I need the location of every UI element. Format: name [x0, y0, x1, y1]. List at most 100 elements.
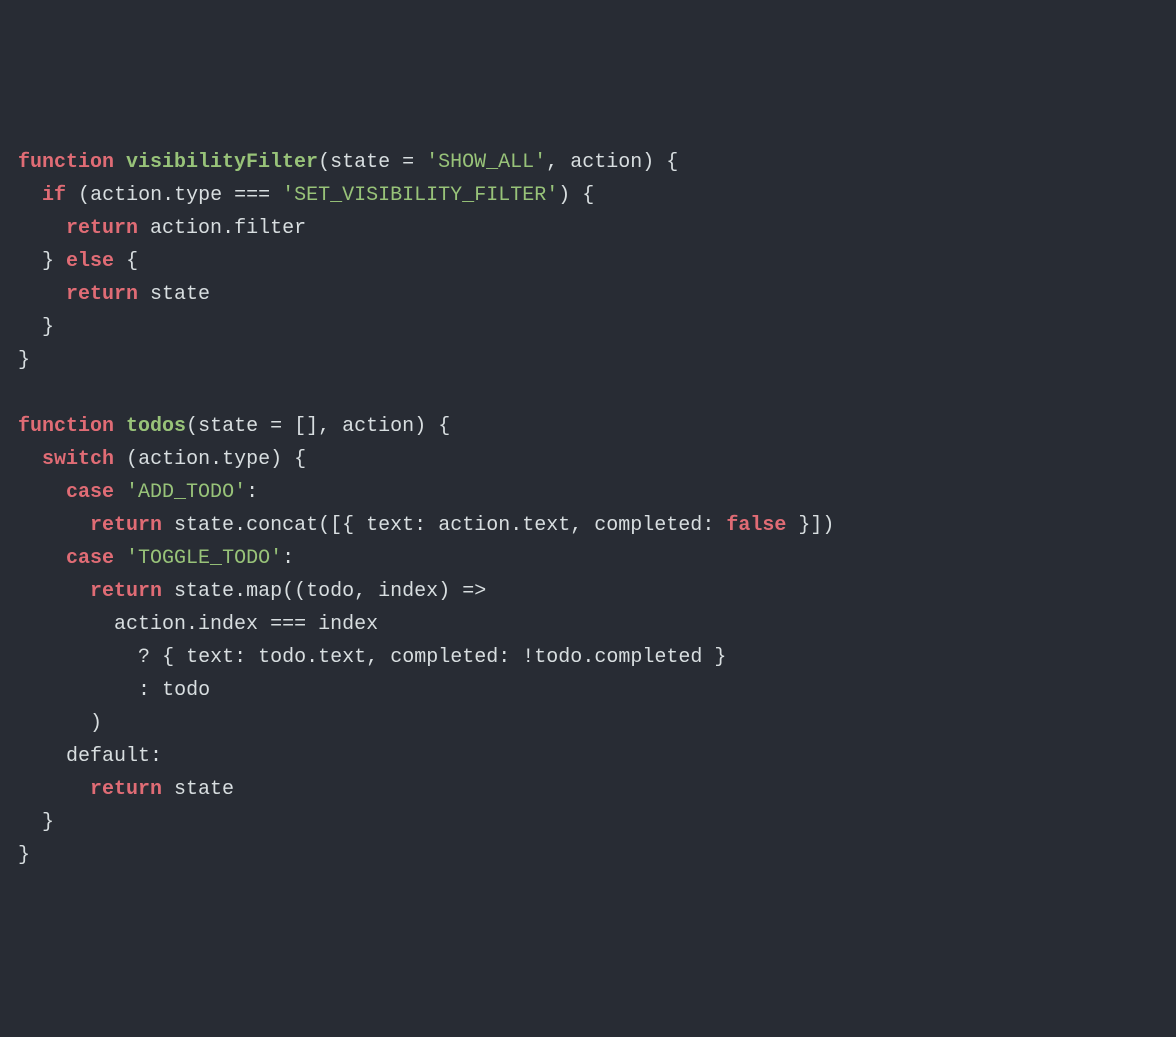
colon: :	[702, 514, 714, 537]
close-brace: }	[18, 349, 30, 372]
open-brace: {	[294, 448, 306, 471]
whitespace	[162, 580, 174, 603]
whitespace	[114, 151, 126, 174]
indent	[18, 283, 66, 306]
keyword-case: case	[66, 547, 114, 570]
keyword-default: default	[66, 745, 150, 768]
identifier: index	[318, 613, 378, 636]
colon: :	[234, 646, 246, 669]
whitespace	[138, 283, 150, 306]
whitespace	[174, 646, 186, 669]
whitespace	[426, 514, 438, 537]
whitespace	[270, 184, 282, 207]
indent	[18, 316, 42, 339]
identifier: state	[150, 283, 210, 306]
whitespace	[138, 217, 150, 240]
whitespace	[114, 481, 126, 504]
open-paren: (	[282, 580, 294, 603]
open-paren: (	[78, 184, 90, 207]
colon: :	[246, 481, 258, 504]
identifier: type	[222, 448, 270, 471]
indent	[18, 448, 42, 471]
open-brace: {	[126, 250, 138, 273]
whitespace	[162, 514, 174, 537]
string-toggle-todo: 'TOGGLE_TODO'	[126, 547, 282, 570]
whitespace	[162, 778, 174, 801]
colon: :	[138, 679, 150, 702]
keyword-return: return	[90, 514, 162, 537]
identifier: text	[366, 514, 414, 537]
param-state: state	[198, 415, 258, 438]
whitespace	[426, 415, 438, 438]
whitespace	[66, 184, 78, 207]
identifier: state	[174, 778, 234, 801]
indent	[18, 580, 90, 603]
dot: .	[234, 580, 246, 603]
open-paren: (	[126, 448, 138, 471]
keyword-function: function	[18, 151, 114, 174]
whitespace	[54, 250, 66, 273]
arrow: =>	[462, 580, 486, 603]
string-add-todo: 'ADD_TODO'	[126, 481, 246, 504]
identifier: text	[522, 514, 570, 537]
keyword-switch: switch	[42, 448, 114, 471]
colon: :	[150, 745, 162, 768]
whitespace	[378, 646, 390, 669]
indent	[18, 679, 138, 702]
open-paren: (	[294, 580, 306, 603]
triple-equals: ===	[270, 613, 306, 636]
string-set-visibility: 'SET_VISIBILITY_FILTER'	[282, 184, 558, 207]
bang: !	[522, 646, 534, 669]
whitespace	[150, 646, 162, 669]
dot: .	[186, 613, 198, 636]
comma: ,	[366, 646, 378, 669]
identifier: text	[318, 646, 366, 669]
whitespace	[570, 184, 582, 207]
keyword-return: return	[90, 580, 162, 603]
comma: ,	[570, 514, 582, 537]
equals: =	[270, 415, 282, 438]
keyword-else: else	[66, 250, 114, 273]
close-brace: }	[18, 844, 30, 867]
triple-equals: ===	[234, 184, 270, 207]
identifier: text	[186, 646, 234, 669]
indent	[18, 217, 66, 240]
identifier: filter	[234, 217, 306, 240]
close-brace: }	[798, 514, 810, 537]
close-brace: }	[42, 811, 54, 834]
close-paren: )	[822, 514, 834, 537]
indent	[18, 250, 42, 273]
open-brace: {	[162, 646, 174, 669]
whitespace	[390, 151, 402, 174]
dot: .	[162, 184, 174, 207]
indent	[18, 778, 90, 801]
identifier: state	[174, 580, 234, 603]
param-action: action	[342, 415, 414, 438]
identifier: index	[198, 613, 258, 636]
indent	[18, 712, 90, 735]
close-brace: }	[42, 250, 54, 273]
whitespace	[414, 151, 426, 174]
close-paren: )	[270, 448, 282, 471]
keyword-function: function	[18, 415, 114, 438]
indent	[18, 646, 138, 669]
identifier: state	[174, 514, 234, 537]
whitespace	[702, 646, 714, 669]
keyword-if: if	[42, 184, 66, 207]
identifier: todo	[306, 580, 354, 603]
indent	[18, 514, 90, 537]
whitespace	[354, 514, 366, 537]
identifier: action	[138, 448, 210, 471]
identifier: action	[90, 184, 162, 207]
colon: :	[414, 514, 426, 537]
close-brace: }	[42, 316, 54, 339]
close-paren: )	[90, 712, 102, 735]
close-paren: )	[438, 580, 450, 603]
close-brace: }	[714, 646, 726, 669]
close-paren: )	[642, 151, 654, 174]
identifier: type	[174, 184, 222, 207]
empty-array: []	[294, 415, 318, 438]
whitespace	[246, 646, 258, 669]
code-block: function visibilityFilter(state = 'SHOW_…	[18, 146, 1158, 872]
dot: .	[210, 448, 222, 471]
